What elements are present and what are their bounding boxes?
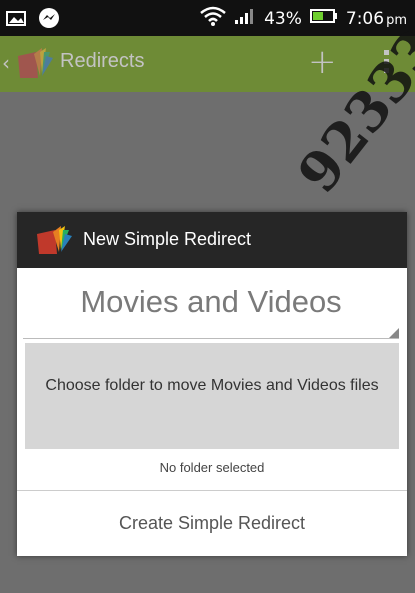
- plus-icon[interactable]: +: [308, 42, 337, 82]
- back-chevron-icon[interactable]: ‹: [2, 51, 10, 75]
- category-spinner[interactable]: Movies and Videos: [23, 278, 399, 339]
- app-logo-icon: [35, 224, 73, 256]
- battery-icon: [309, 8, 338, 29]
- battery-percent: 43%: [264, 8, 302, 29]
- choose-folder-label: Choose folder to move Movies and Videos …: [45, 377, 379, 394]
- status-bar: 43% 7:06 pm: [0, 0, 415, 36]
- wifi-icon: [200, 6, 226, 31]
- category-selected: Movies and Videos: [80, 284, 342, 319]
- create-simple-redirect-button[interactable]: Create Simple Redirect: [17, 491, 407, 556]
- dialog-title: New Simple Redirect: [83, 229, 252, 249]
- choose-folder-button[interactable]: Choose folder to move Movies and Videos …: [25, 343, 399, 449]
- dropdown-triangle-icon: [389, 328, 399, 338]
- messenger-icon: [38, 7, 60, 33]
- clock-time: 7:06: [345, 8, 385, 29]
- folder-status: No folder selected: [159, 460, 265, 475]
- picture-icon: [6, 9, 28, 31]
- new-simple-redirect-dialog: New Simple Redirect Movies and Videos Ch…: [17, 212, 407, 556]
- app-logo-icon[interactable]: [16, 46, 54, 80]
- app-title: Redirects: [60, 50, 145, 72]
- signal-icon: [234, 7, 256, 30]
- dialog-header: New Simple Redirect: [17, 212, 407, 268]
- create-button-label: Create Simple Redirect: [118, 513, 306, 533]
